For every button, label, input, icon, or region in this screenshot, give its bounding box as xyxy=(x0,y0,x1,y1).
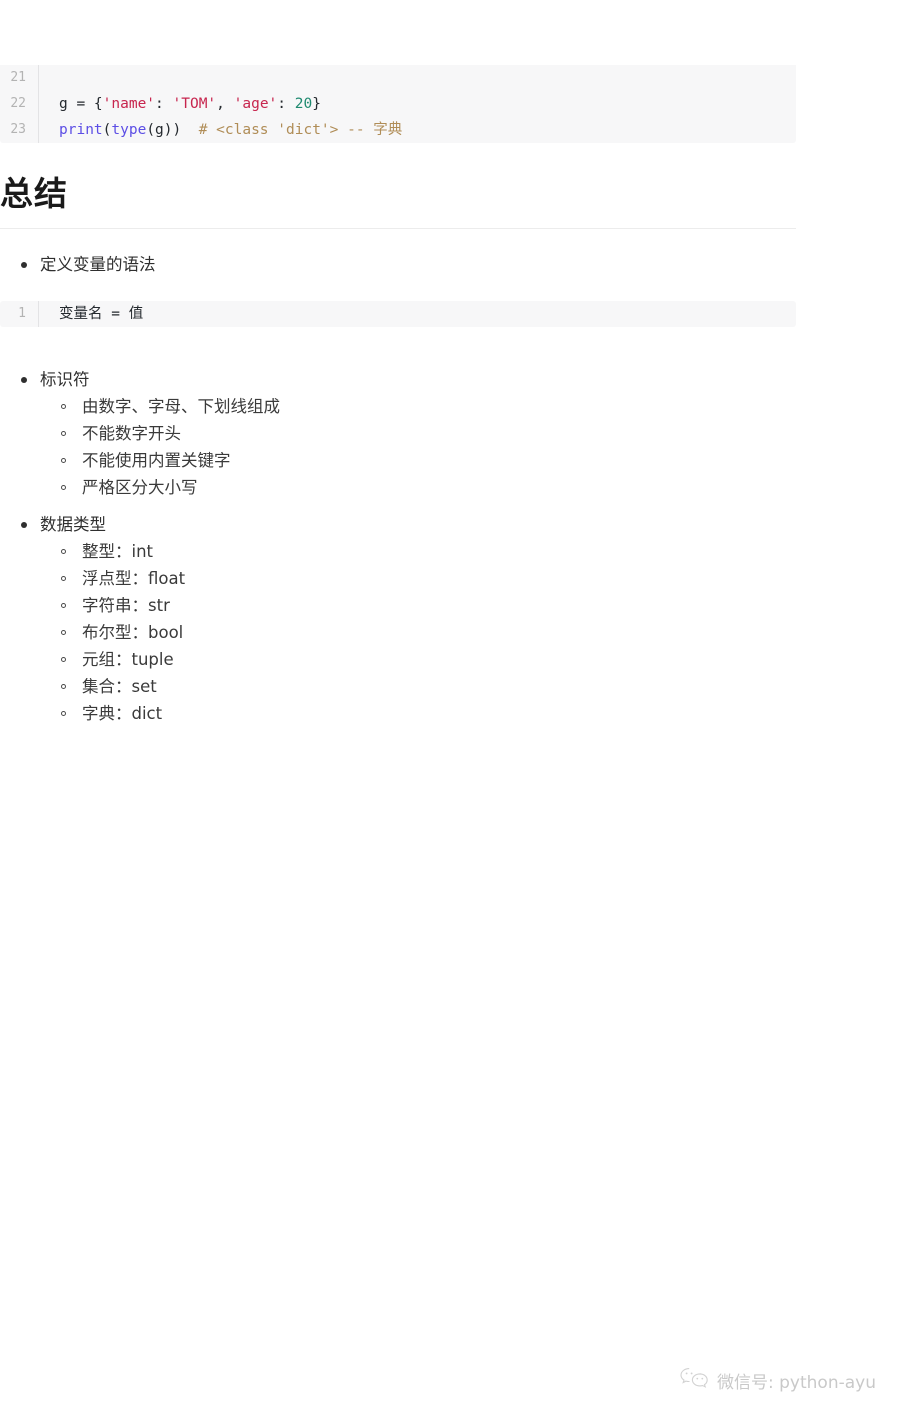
bullet-icon xyxy=(21,262,27,268)
code-block-dict-example: 21 22 g = {'name': 'TOM', 'age': 20} 23 pri… xyxy=(0,65,796,143)
hollow-bullet-icon xyxy=(61,630,66,635)
sub-list-item-label: 集合：set xyxy=(82,677,157,696)
sub-list-item: 整型：int xyxy=(40,538,796,565)
code-token-plain: : xyxy=(277,96,295,112)
line-number: 21 xyxy=(10,70,26,85)
bullet-icon xyxy=(21,522,27,528)
line-number: 23 xyxy=(10,122,26,137)
hollow-bullet-icon xyxy=(61,431,66,436)
sub-list-item: 由数字、字母、下划线组成 xyxy=(40,393,796,420)
sub-list-item: 字典：dict xyxy=(40,700,796,727)
code-token-str: 'TOM' xyxy=(172,96,217,112)
sub-list-item-label: 由数字、字母、下划线组成 xyxy=(82,397,280,416)
hollow-bullet-icon xyxy=(61,404,66,409)
code-line-content: print(type(g)) # <class 'dict'> -- 字典 xyxy=(38,117,796,143)
hollow-bullet-icon xyxy=(61,458,66,463)
sub-list-item-label: 布尔型：bool xyxy=(82,623,184,642)
wechat-icon xyxy=(679,1367,709,1394)
sub-list: 由数字、字母、下划线组成 不能数字开头不能使用内置关键字 严格区分大小写 xyxy=(40,393,796,501)
code-token-str: 'name' xyxy=(102,96,156,112)
sub-list-item: 字符串：str xyxy=(40,592,796,619)
bullet-icon xyxy=(21,377,27,383)
hollow-bullet-icon xyxy=(61,711,66,716)
sub-list-item-label: 元组：tuple xyxy=(82,650,174,669)
code-token-str: 'age' xyxy=(233,96,278,112)
code-token-plain: : xyxy=(155,96,173,112)
hollow-bullet-icon xyxy=(61,657,66,662)
hollow-bullet-icon xyxy=(61,576,66,581)
document-page: 21 22 g = {'name': 'TOM', 'age': 20} 23 pri… xyxy=(0,0,900,1420)
code-token-plain: g = { xyxy=(59,96,103,112)
list-item-label: 定义变量的语法 xyxy=(40,255,156,274)
code-line-row: 23 print(type(g)) # <class 'dict'> -- 字典 xyxy=(0,117,796,143)
list-item: 标识符 由数字、字母、下划线组成 不能数字开头不能使用内置关键字 严格区分大小写 xyxy=(0,366,796,501)
hollow-bullet-icon xyxy=(61,485,66,490)
code-line-content xyxy=(38,65,796,91)
code-line-content: 变量名 = 值 xyxy=(38,301,796,327)
line-number: 1 xyxy=(18,306,26,321)
sub-list-item: 不能数字开头 xyxy=(40,420,796,447)
sub-list-item: 元组：tuple xyxy=(40,646,796,673)
code-token-plain: } xyxy=(312,96,321,112)
list-item: 定义变量的语法 xyxy=(0,251,796,278)
code-line-row: 22 g = {'name': 'TOM', 'age': 20} xyxy=(0,91,796,117)
watermark-text: 微信号: python-ayu xyxy=(717,1373,876,1393)
sub-list-item-label: 不能使用内置关键字 xyxy=(82,451,231,470)
hollow-bullet-icon xyxy=(61,684,66,689)
list-item: 数据类型 整型：int 浮点型：float 字符串：str 布尔型：bool 元组：tu… xyxy=(0,511,796,727)
code-block-variable-syntax: 1 变量名 = 值 xyxy=(0,301,796,327)
watermark: 微信号: python-ayu xyxy=(679,1367,876,1394)
code-line-row: 21 xyxy=(0,65,796,91)
outline-group-syntax: 定义变量的语法 xyxy=(0,251,796,278)
code-token-plain: (g)) xyxy=(146,122,199,138)
sub-list-item-label: 不能数字开头 xyxy=(82,424,181,443)
sub-list-item: 浮点型：float xyxy=(40,565,796,592)
outline-group-datatypes: 数据类型 整型：int 浮点型：float 字符串：str 布尔型：bool 元组：tu… xyxy=(0,511,796,727)
sub-list-item-label: 整型：int xyxy=(82,542,154,561)
sub-list-item: 集合：set xyxy=(40,673,796,700)
list-item-label: 标识符 xyxy=(40,370,90,389)
code-token-num: 20 xyxy=(294,96,313,112)
heading-divider xyxy=(0,228,796,229)
hollow-bullet-icon xyxy=(61,603,66,608)
code-token-com: # <class 'dict'> -- 字典 xyxy=(198,122,403,138)
code-line-row: 1 变量名 = 值 xyxy=(0,301,796,327)
sub-list-item: 严格区分大小写 xyxy=(40,474,796,501)
sub-list-item: 不能使用内置关键字 xyxy=(40,447,796,474)
list-item-label: 数据类型 xyxy=(40,515,106,534)
outline-group-identifier: 标识符 由数字、字母、下划线组成 不能数字开头不能使用内置关键字 严格区分大小写 xyxy=(0,366,796,501)
sub-list: 整型：int 浮点型：float 字符串：str 布尔型：bool 元组：tuple 集合… xyxy=(40,538,796,727)
sub-list-item-label: 字典：dict xyxy=(82,704,163,723)
code-token-plain: , xyxy=(216,96,234,112)
code-line-content: g = {'name': 'TOM', 'age': 20} xyxy=(38,91,796,117)
line-number: 22 xyxy=(10,96,26,111)
sub-list-item-label: 字符串：str xyxy=(82,596,170,615)
code-token-plain: 变量名 = 值 xyxy=(59,306,144,322)
hollow-bullet-icon xyxy=(61,549,66,554)
sub-list-item-label: 浮点型：float xyxy=(82,569,186,588)
code-token-fn: type xyxy=(111,122,147,138)
page-title: 总结 xyxy=(0,174,68,213)
sub-list-item-label: 严格区分大小写 xyxy=(82,478,198,497)
sub-list-item: 布尔型：bool xyxy=(40,619,796,646)
code-token-fn: print xyxy=(59,122,103,138)
